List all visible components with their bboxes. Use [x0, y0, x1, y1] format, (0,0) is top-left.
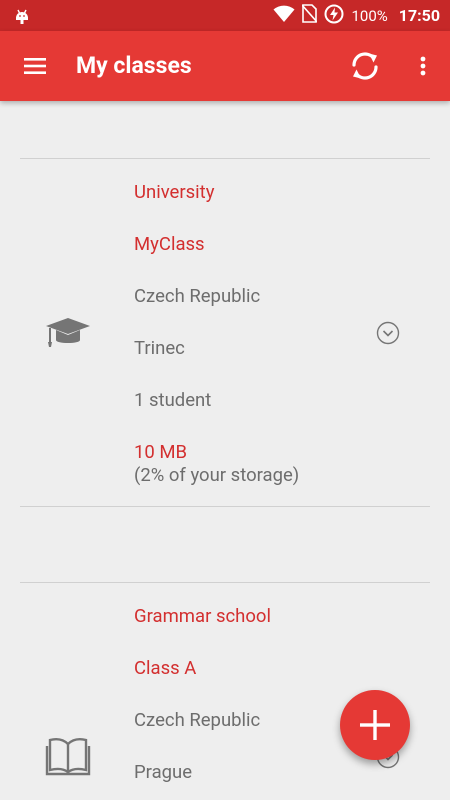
class-city: Trinec — [134, 337, 185, 359]
clock: 17:50 — [398, 6, 440, 25]
student-count: 1 student — [134, 389, 212, 411]
sync-icon[interactable] — [347, 48, 383, 84]
card-divider-bottom — [20, 506, 430, 507]
menu-icon[interactable] — [18, 51, 54, 81]
class-country: Czech Republic — [134, 285, 261, 307]
battery-charging-icon — [324, 4, 344, 28]
graduation-cap-icon — [44, 314, 92, 354]
class-name[interactable]: MyClass — [134, 232, 205, 256]
class-city: Prague — [134, 761, 193, 783]
plus-icon — [360, 710, 390, 740]
card-divider-top — [20, 582, 430, 583]
school-type[interactable]: University — [134, 180, 215, 204]
status-bar: 100% 17:50 — [0, 0, 450, 31]
expand-chevron-icon[interactable] — [376, 321, 400, 345]
battery-level: 100% — [351, 6, 388, 25]
storage-note: (2% of your storage) — [134, 464, 300, 486]
page-title: My classes — [76, 52, 192, 79]
no-sim-icon — [301, 4, 319, 27]
add-class-button[interactable] — [340, 690, 410, 760]
open-book-icon — [44, 734, 92, 776]
wifi-icon — [273, 5, 295, 27]
class-name[interactable]: Class A — [134, 656, 196, 680]
card-divider-top — [20, 158, 430, 159]
app-bar: My classes — [0, 31, 450, 101]
more-options-icon[interactable] — [411, 51, 435, 81]
android-debug-icon — [13, 7, 31, 29]
school-type[interactable]: Grammar school — [134, 604, 271, 628]
storage-size: 10 MB — [134, 441, 188, 463]
class-country: Czech Republic — [134, 709, 261, 731]
